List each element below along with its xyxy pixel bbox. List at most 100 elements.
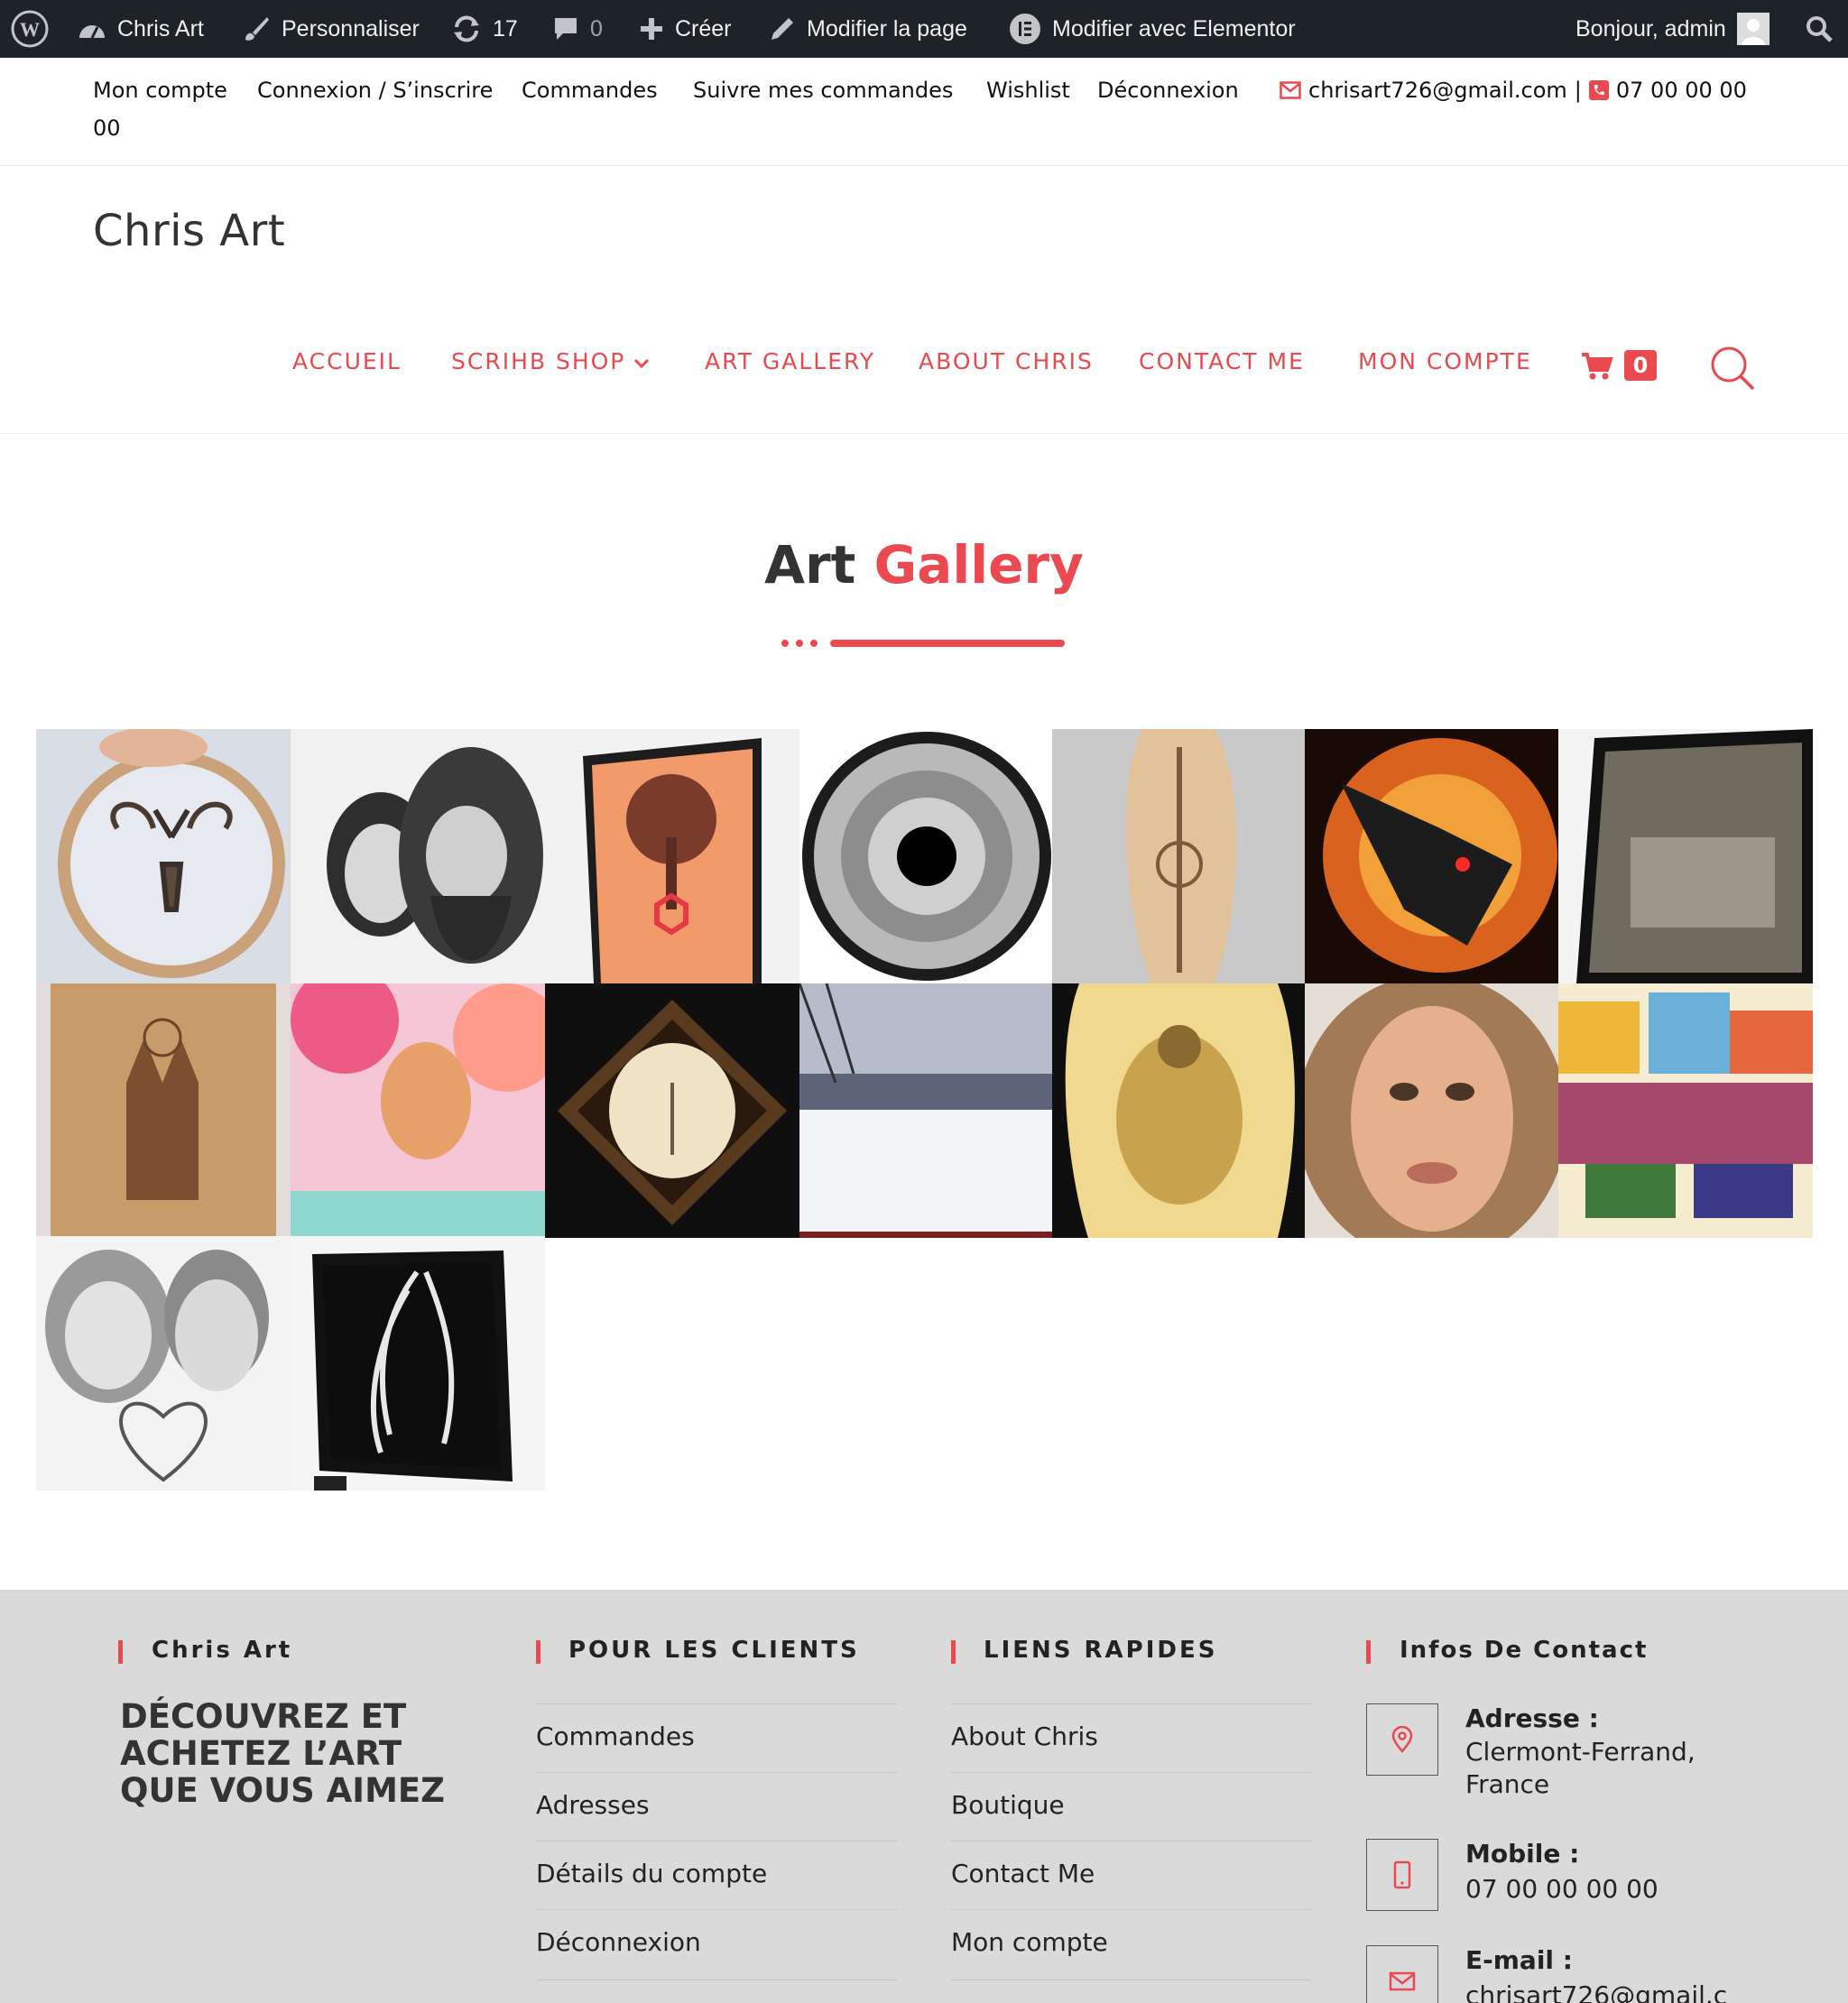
admin-edit-page-link[interactable]: Modifier la page bbox=[769, 0, 967, 58]
wordpress-logo-icon[interactable]: W bbox=[11, 0, 49, 58]
gallery-item-framed-dark-painting[interactable] bbox=[1558, 729, 1813, 983]
gallery-item-wood-cathedral[interactable] bbox=[36, 983, 291, 1238]
footer-heading-bar bbox=[951, 1640, 956, 1664]
admin-create-label: Créer bbox=[675, 15, 732, 42]
svg-text:W: W bbox=[20, 18, 40, 41]
top-phone-wrap: 00 bbox=[93, 115, 121, 141]
contact-address-label: Adresse : bbox=[1465, 1703, 1599, 1733]
plus-icon bbox=[641, 18, 662, 40]
cart-icon[interactable] bbox=[1581, 352, 1613, 381]
footer-col3-heading: LIENS RAPIDES bbox=[984, 1637, 1218, 1664]
page-title-part1: Art bbox=[764, 534, 856, 595]
admin-greeting: Bonjour, admin bbox=[1575, 15, 1726, 42]
gallery-item-framed-stag-diamond[interactable] bbox=[545, 983, 799, 1238]
gallery-item-wooden-board-pyrography[interactable] bbox=[1052, 729, 1307, 983]
admin-customize-label: Personnaliser bbox=[282, 15, 420, 42]
title-dot bbox=[796, 640, 803, 647]
admin-site-name: Chris Art bbox=[117, 15, 204, 42]
gallery-item-framed-white-hair[interactable] bbox=[291, 1236, 545, 1491]
envelope-icon bbox=[1389, 1971, 1416, 1991]
contact-address-box bbox=[1366, 1703, 1438, 1776]
nav-about[interactable]: ABOUT CHRIS bbox=[919, 348, 1094, 374]
contact-mobile-label: Mobile : bbox=[1465, 1839, 1580, 1869]
map-pin-icon bbox=[1391, 1726, 1413, 1753]
dashboard-icon bbox=[79, 25, 105, 39]
admin-site-link[interactable]: Chris Art bbox=[78, 0, 204, 58]
admin-elementor-link[interactable]: Modifier avec Elementor bbox=[1009, 0, 1296, 58]
gallery-item-framed-tree-of-life[interactable] bbox=[545, 729, 799, 983]
nav-contact[interactable]: CONTACT ME bbox=[1139, 348, 1305, 374]
top-link-track-orders[interactable]: Suivre mes commandes bbox=[693, 78, 953, 103]
gallery-item-iris-eye[interactable] bbox=[799, 729, 1054, 983]
footer-link-about[interactable]: About Chris bbox=[951, 1721, 1098, 1751]
footer-col4-heading: Infos De Contact bbox=[1400, 1637, 1649, 1664]
top-phone[interactable]: 07 00 00 00 bbox=[1616, 78, 1747, 103]
top-link-orders[interactable]: Commandes bbox=[522, 78, 658, 103]
header-divider bbox=[0, 433, 1848, 434]
gallery-item-colorful-market[interactable] bbox=[1558, 983, 1813, 1238]
top-link-wishlist[interactable]: Wishlist bbox=[986, 78, 1070, 103]
footer-link-addresses[interactable]: Adresses bbox=[536, 1790, 650, 1820]
comment-icon bbox=[555, 18, 577, 40]
admin-updates-link[interactable]: 17 bbox=[451, 0, 518, 58]
footer-link-shop[interactable]: Boutique bbox=[951, 1790, 1065, 1820]
footer-heading-bar bbox=[118, 1640, 123, 1664]
contact-mobile-box bbox=[1366, 1839, 1438, 1911]
footer-divider bbox=[536, 1703, 897, 1704]
title-underline bbox=[830, 640, 1065, 647]
footer-link-orders[interactable]: Commandes bbox=[536, 1721, 695, 1751]
search-icon[interactable] bbox=[1709, 345, 1756, 392]
chevron-down-icon[interactable] bbox=[633, 357, 650, 370]
top-link-login[interactable]: Connexion / S’inscrire bbox=[257, 78, 493, 103]
brush-icon bbox=[245, 17, 269, 41]
admin-bar: W Chris Art Personnaliser 17 0 Créer Mod… bbox=[0, 0, 1848, 58]
gallery-item-portrait-couple-sketch[interactable] bbox=[291, 729, 545, 983]
gallery-item-couple-heart-sketch[interactable] bbox=[36, 1236, 291, 1491]
gallery-item-wood-slice-deer[interactable] bbox=[36, 729, 291, 983]
contact-email-value[interactable]: chrisart726@gmail.c bbox=[1465, 1980, 1736, 2003]
footer-link-account[interactable]: Mon compte bbox=[951, 1927, 1108, 1957]
footer-link-account-details[interactable]: Détails du compte bbox=[536, 1859, 767, 1888]
footer-col1-heading: Chris Art bbox=[152, 1637, 293, 1664]
footer-link-logout[interactable]: Déconnexion bbox=[536, 1927, 701, 1957]
contact-address-value: Clermont-Ferrand, France bbox=[1465, 1737, 1696, 1799]
gallery-item-warrior-pyrography[interactable] bbox=[1052, 983, 1307, 1238]
admin-updates-count: 17 bbox=[493, 15, 518, 42]
nav-shop[interactable]: SCRIHB SHOP bbox=[451, 348, 625, 374]
top-email[interactable]: chrisart726@gmail.com bbox=[1308, 78, 1567, 103]
footer-link-contact[interactable]: Contact Me bbox=[951, 1859, 1095, 1888]
nav-home[interactable]: ACCUEIL bbox=[292, 348, 402, 374]
footer-divider bbox=[951, 1772, 1312, 1773]
admin-edit-page-label: Modifier la page bbox=[807, 15, 967, 42]
admin-comments-link[interactable]: 0 bbox=[552, 0, 603, 58]
cart-count-badge: 0 bbox=[1624, 350, 1657, 381]
admin-account-link[interactable]: Bonjour, admin bbox=[1575, 0, 1769, 58]
contact-email-label: E-mail : bbox=[1465, 1945, 1573, 1975]
admin-customize-link[interactable]: Personnaliser bbox=[242, 0, 420, 58]
top-link-logout[interactable]: Déconnexion bbox=[1097, 78, 1239, 103]
nav-account[interactable]: MON COMPTE bbox=[1358, 348, 1532, 374]
nav-art-gallery[interactable]: ART GALLERY bbox=[705, 348, 875, 374]
page-title: Art Gallery bbox=[0, 534, 1848, 595]
envelope-icon bbox=[1280, 81, 1301, 99]
admin-elementor-label: Modifier avec Elementor bbox=[1052, 15, 1296, 42]
refresh-icon bbox=[454, 15, 479, 42]
top-separator: | bbox=[1574, 78, 1582, 103]
page-title-part2: Gallery bbox=[873, 534, 1084, 595]
admin-search-icon[interactable] bbox=[1805, 0, 1834, 58]
title-dot bbox=[781, 640, 789, 647]
site-title[interactable]: Chris Art bbox=[93, 206, 285, 256]
footer-divider bbox=[951, 1909, 1312, 1910]
gallery-item-winter-landscape[interactable] bbox=[799, 983, 1054, 1238]
footer-divider bbox=[536, 1772, 897, 1773]
gallery-item-woman-portrait[interactable] bbox=[1305, 983, 1559, 1238]
gallery-item-watercolor-woman[interactable] bbox=[291, 983, 545, 1238]
gallery-item-fire-dragon[interactable] bbox=[1305, 729, 1559, 983]
mobile-phone-icon bbox=[1393, 1860, 1411, 1889]
footer-col2-heading: POUR LES CLIENTS bbox=[568, 1637, 860, 1664]
top-link-account[interactable]: Mon compte bbox=[93, 78, 227, 103]
title-dot bbox=[810, 640, 818, 647]
contact-mobile-value[interactable]: 07 00 00 00 00 bbox=[1465, 1873, 1736, 1906]
contact-email-box bbox=[1366, 1945, 1438, 2003]
admin-create-link[interactable]: Créer bbox=[639, 0, 732, 58]
